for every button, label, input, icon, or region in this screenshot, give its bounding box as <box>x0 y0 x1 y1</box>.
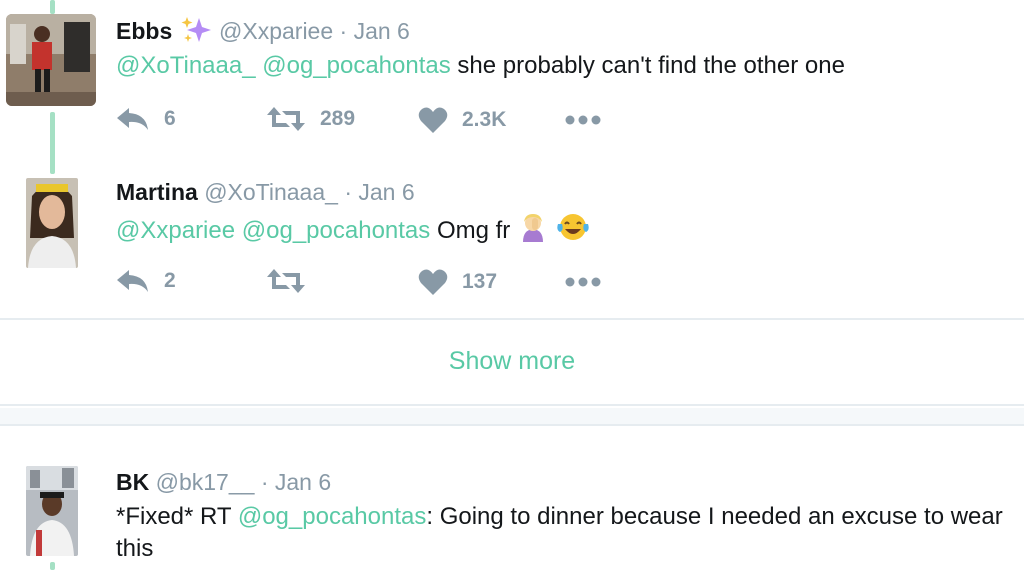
tweet-header: Ebbs @Xxpariee · Jan 6 <box>116 16 410 50</box>
retweet-button[interactable]: 289 <box>266 106 355 132</box>
avatar-ebbs[interactable] <box>6 14 96 106</box>
reply-button[interactable]: 6 <box>116 106 176 132</box>
divider <box>0 404 1024 406</box>
tweet-header: Martina @XoTinaaa_ · Jan 6 <box>116 178 415 206</box>
tweet-prefix: *Fixed* RT <box>116 503 232 530</box>
reply-count: 2 <box>164 269 176 292</box>
display-name[interactable]: Martina <box>116 179 198 205</box>
mention-link[interactable]: @Xxpariee <box>116 217 235 244</box>
timestamp[interactable]: · Jan 6 <box>344 179 414 205</box>
retweet-button[interactable] <box>266 268 320 294</box>
retweet-count: 289 <box>320 107 356 130</box>
more-dots-icon <box>565 115 601 125</box>
divider <box>0 318 1024 320</box>
tweet-body: Omg fr <box>436 216 511 244</box>
like-button[interactable]: 137 <box>418 268 497 296</box>
more-options-button[interactable] <box>564 114 602 126</box>
handle[interactable]: @Xxpariee <box>219 18 333 44</box>
tweet-martina[interactable]: Martina @XoTinaaa_ · Jan 6 @Xxpariee @og… <box>0 170 1024 315</box>
tweet-actions: 2 137 <box>116 268 716 298</box>
more-options-button[interactable] <box>564 276 602 288</box>
more-dots-icon <box>565 277 601 287</box>
timestamp[interactable]: · Jan 6 <box>340 18 410 44</box>
tweet-body: she probably can't find the other one <box>457 52 845 79</box>
reply-icon <box>117 270 148 292</box>
tweet-text: *Fixed* RT @og_pocahontas: Going to dinn… <box>116 501 1014 565</box>
tweet-text: @Xxpariee @og_pocahontas Omg fr <box>116 212 1014 251</box>
heart-icon <box>418 107 448 133</box>
retweet-icon <box>267 107 305 131</box>
reply-icon <box>117 108 148 130</box>
tweet-ebbs[interactable]: Ebbs @Xxpariee · Jan 6 @XoTinaaa_ @og_po… <box>0 0 1024 160</box>
divider <box>0 424 1024 426</box>
like-count: 137 <box>462 270 498 293</box>
like-button[interactable]: 2.3K <box>418 106 506 134</box>
facepalm-emoji <box>519 212 547 251</box>
display-name[interactable]: BK <box>116 469 149 495</box>
avatar-bk[interactable] <box>26 466 78 556</box>
reply-count: 6 <box>164 107 176 130</box>
mention-link[interactable]: @og_pocahontas <box>262 52 451 79</box>
handle[interactable]: @XoTinaaa_ <box>204 179 338 205</box>
display-name[interactable]: Ebbs <box>116 18 172 44</box>
sparkles-icon <box>181 16 213 50</box>
tweet-header: BK @bk17__ · Jan 6 <box>116 468 331 496</box>
tears-of-joy-emoji <box>556 212 590 251</box>
section-gap <box>0 408 1024 424</box>
reply-button[interactable]: 2 <box>116 268 176 294</box>
mention-link[interactable]: @og_pocahontas <box>242 217 431 244</box>
retweet-icon <box>267 269 305 293</box>
mention-link[interactable]: @XoTinaaa_ <box>116 52 256 79</box>
show-more-link[interactable]: Show more <box>0 347 1024 376</box>
mention-link[interactable]: @og_pocahontas <box>238 503 427 530</box>
thread-line-bottom <box>50 562 55 570</box>
like-count: 2.3K <box>462 108 507 131</box>
handle[interactable]: @bk17__ <box>156 469 255 495</box>
tweet-actions: 6 289 2.3K <box>116 106 716 136</box>
tweet-bk[interactable]: BK @bk17__ · Jan 6 *Fixed* RT @og_pocaho… <box>0 440 1024 570</box>
heart-icon <box>418 269 448 295</box>
avatar-martina[interactable] <box>26 178 78 268</box>
timestamp[interactable]: · Jan 6 <box>261 469 331 495</box>
tweet-text: @XoTinaaa_ @og_pocahontas she probably c… <box>116 50 1014 82</box>
